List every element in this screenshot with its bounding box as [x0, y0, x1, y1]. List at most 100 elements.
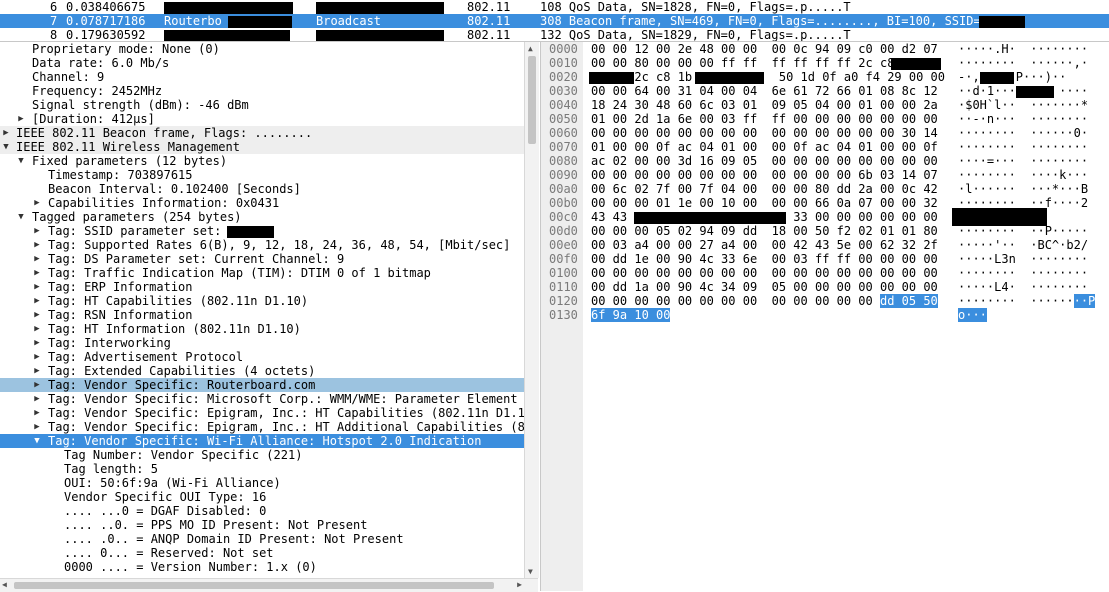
scroll-up-icon[interactable]: ▲	[528, 44, 533, 53]
tree-item[interactable]: Signal strength (dBm): -46 dBm	[0, 98, 524, 112]
expand-arrow-icon[interactable]: ▶	[32, 196, 42, 210]
tree-item[interactable]: ▶ Tag: HT Capabilities (802.11n D1.10)	[0, 294, 524, 308]
hex-bytes[interactable]: 6f 9a 10 00	[591, 308, 671, 322]
hex-bytes[interactable]: ac 02 00 00 3d 16 09 05 00 00 00 00 00 0…	[591, 154, 938, 168]
tree-item[interactable]: ▶ Tag: DS Parameter set: Current Channel:…	[0, 252, 524, 266]
expand-arrow-icon[interactable]: ▶	[32, 420, 42, 434]
hex-bytes[interactable]: 00 00 00 00 00 00 00 00 00 00 00 00 00 d…	[591, 294, 938, 308]
tree-item[interactable]: ▶ Tag: Vendor Specific: Epigram, Inc.: HT…	[0, 406, 524, 420]
hex-bytes[interactable]: 01 00 2d 1a 6e 00 03 ff ff 00 00 00 00 0…	[591, 112, 938, 126]
hex-bytes[interactable]: 00 00 12 00 2e 48 00 00 00 0c 94 09 c0 0…	[591, 42, 938, 56]
hex-bytes[interactable]: 00 03 a4 00 00 27 a4 00 00 42 43 5e 00 6…	[591, 238, 938, 252]
packet-row[interactable]: 6 0.038406675 802.11 108 QoS Data, SN=18…	[0, 0, 1109, 14]
tree-item[interactable]: ▶ Capabilities Information: 0x0431	[0, 196, 524, 210]
expand-arrow-icon[interactable]: ▶	[32, 336, 42, 350]
expand-arrow-icon[interactable]: ▶	[32, 280, 42, 294]
tree-item[interactable]: ▶ Tag: Advertisement Protocol	[0, 350, 524, 364]
hex-bytes[interactable]: 00 00 80 00 00 00 ff ff ff ff ff ff 2c c…	[591, 56, 894, 70]
tree-item[interactable]: Vendor Specific OUI Type: 16	[0, 490, 524, 504]
ascii-bytes[interactable]: ········ ······,·	[958, 56, 1088, 70]
ascii-bytes[interactable]: ········ ········	[958, 140, 1088, 154]
ascii-bytes[interactable]: ·····L4· ········	[958, 280, 1088, 294]
expand-arrow-icon[interactable]: ▶	[32, 350, 42, 364]
scroll-thumb[interactable]	[528, 56, 536, 144]
ascii-bytes[interactable]: ·····'·· ·BC^·b2/	[958, 238, 1088, 252]
tree-item[interactable]: Tag Number: Vendor Specific (221)	[0, 448, 524, 462]
expand-arrow-icon[interactable]: ▶	[1, 126, 11, 140]
ascii-bytes[interactable]: ········ ······0·	[958, 126, 1088, 140]
ascii-bytes[interactable]: ········ ····k···	[958, 168, 1088, 182]
tree-item[interactable]: ▶ Tag: Vendor Specific: Microsoft Corp.: …	[0, 392, 524, 406]
hex-bytes[interactable]: 00 dd 1a 00 90 4c 34 09 05 00 00 00 00 0…	[591, 280, 938, 294]
tree-item[interactable]: Beacon Interval: 0.102400 [Seconds]	[0, 182, 524, 196]
tree-item[interactable]: Channel: 9	[0, 70, 524, 84]
hex-bytes[interactable]: 00 00 00 05 02 94 09 dd 18 00 50 f2 02 0…	[591, 224, 938, 238]
details-horizontal-scrollbar[interactable]: ◀ ▶	[0, 578, 538, 592]
tree-item[interactable]: ▶ Tag: Supported Rates 6(B), 9, 12, 18, 2…	[0, 238, 524, 252]
collapse-arrow-icon[interactable]: ▼	[32, 434, 42, 448]
ascii-bytes-selected[interactable]: o···	[958, 308, 987, 322]
tree-item-wireless-management[interactable]: ▼ IEEE 802.11 Wireless Management	[0, 140, 524, 154]
hex-bytes[interactable]: 00 dd 1e 00 90 4c 33 6e 00 03 ff ff 00 0…	[591, 252, 938, 266]
ascii-bytes[interactable]: ········ ········	[958, 266, 1088, 280]
tree-item[interactable]: .... ..0. = PPS MO ID Present: Not Prese…	[0, 518, 524, 532]
ascii-bytes[interactable]: ········ ········P	[958, 294, 1096, 308]
ascii-bytes[interactable]: ····=··· ········	[958, 154, 1088, 168]
packet-row[interactable]: 8 0.179630592 802.11 132 QoS Data, SN=18…	[0, 28, 1109, 42]
tree-item[interactable]: Proprietary mode: None (0)	[0, 42, 524, 56]
hex-bytes[interactable]: 00 00 00 00 00 00 00 00 00 00 00 00 6b 0…	[591, 168, 938, 182]
expand-arrow-icon[interactable]: ▶	[32, 392, 42, 406]
hex-bytes[interactable]: 00 00 00 01 1e 00 10 00 00 00 66 0a 07 0…	[591, 196, 938, 210]
scroll-thumb[interactable]	[14, 582, 494, 589]
tree-item-beacon-frame[interactable]: ▶ IEEE 802.11 Beacon frame, Flags: ......…	[0, 126, 524, 140]
tree-item[interactable]: Tag length: 5	[0, 462, 524, 476]
tree-item[interactable]: OUI: 50:6f:9a (Wi-Fi Alliance)	[0, 476, 524, 490]
expand-arrow-icon[interactable]: ▶	[32, 406, 42, 420]
collapse-arrow-icon[interactable]: ▼	[16, 210, 26, 224]
hex-bytes[interactable]: 2c c8 1b 50 1d 0f a0 f4 29 00 00	[591, 70, 945, 84]
ascii-bytes[interactable]: ········ ··P·····	[958, 224, 1088, 238]
details-vertical-scrollbar[interactable]: ▲ ▼	[524, 42, 539, 578]
hex-bytes[interactable]: 18 24 30 48 60 6c 03 01 09 05 04 00 01 0…	[591, 98, 938, 112]
tree-item[interactable]: ▶ Tag: HT Information (802.11n D1.10)	[0, 322, 524, 336]
ascii-bytes[interactable]: ·····.H· ········	[958, 42, 1088, 56]
expand-arrow-icon[interactable]: ▶	[32, 294, 42, 308]
expand-arrow-icon[interactable]: ▶	[32, 364, 42, 378]
tree-item[interactable]: .... ...0 = DGAF Disabled: 0	[0, 504, 524, 518]
ascii-bytes[interactable]: ·$0H`l·· ·······*	[958, 98, 1088, 112]
expand-arrow-icon[interactable]: ▶	[32, 238, 42, 252]
hex-bytes[interactable]: 00 00 00 00 00 00 00 00 00 00 00 00 00 0…	[591, 126, 938, 140]
tree-item[interactable]: Frequency: 2452MHz	[0, 84, 524, 98]
tree-item[interactable]: Data rate: 6.0 Mb/s	[0, 56, 524, 70]
hex-bytes-selected[interactable]: dd 05 50	[879, 294, 938, 308]
expand-arrow-icon[interactable]: ▶	[16, 112, 26, 126]
tree-item[interactable]: ▶ Tag: Vendor Specific: Epigram, Inc.: HT…	[0, 420, 524, 434]
collapse-arrow-icon[interactable]: ▼	[16, 154, 26, 168]
tree-item[interactable]: ▶ [Duration: 412µs]	[0, 112, 524, 126]
scroll-left-icon[interactable]: ◀	[2, 580, 7, 589]
hex-bytes[interactable]: 00 00 64 00 31 04 00 04 6e 61 72 66 01 0…	[591, 84, 938, 98]
scroll-right-icon[interactable]: ▶	[517, 580, 522, 589]
tree-item-vendor-routerboard[interactable]: ▶ Tag: Vendor Specific: Routerboard.com	[0, 378, 524, 392]
ascii-bytes[interactable]: o···	[958, 308, 987, 322]
hex-dump-pane[interactable]: 0000 00 00 12 00 2e 48 00 00 00 0c 94 09…	[540, 42, 1109, 591]
tree-item-selected[interactable]: ▼ Tag: Vendor Specific: Wi-Fi Alliance: H…	[0, 434, 524, 448]
expand-arrow-icon[interactable]: ▶	[32, 378, 42, 392]
expand-arrow-icon[interactable]: ▶	[32, 252, 42, 266]
scroll-down-icon[interactable]: ▼	[528, 567, 533, 576]
collapse-arrow-icon[interactable]: ▼	[1, 140, 11, 154]
tree-item-tagged-parameters[interactable]: ▼ Tagged parameters (254 bytes)	[0, 210, 524, 224]
expand-arrow-icon[interactable]: ▶	[32, 224, 42, 238]
packet-list[interactable]: 6 0.038406675 802.11 108 QoS Data, SN=18…	[0, 0, 1109, 42]
tree-item-fixed-parameters[interactable]: ▼ Fixed parameters (12 bytes)	[0, 154, 524, 168]
tree-item[interactable]: .... .0.. = ANQP Domain ID Present: Not …	[0, 532, 524, 546]
tree-item[interactable]: ▶ Tag: Interworking	[0, 336, 524, 350]
expand-arrow-icon[interactable]: ▶	[32, 322, 42, 336]
expand-arrow-icon[interactable]: ▶	[32, 266, 42, 280]
tree-item[interactable]: Timestamp: 703897615	[0, 168, 524, 182]
hex-bytes[interactable]: 00 00 00 00 00 00 00 00 00 00 00 00 00 0…	[591, 266, 938, 280]
tree-item[interactable]: ▶ Tag: Extended Capabilities (4 octets)	[0, 364, 524, 378]
ascii-bytes[interactable]: ··-·n··· ········	[958, 112, 1088, 126]
ascii-bytes[interactable]: ·····L3n ········	[958, 252, 1088, 266]
packet-details-tree[interactable]: Proprietary mode: None (0) Data rate: 6.…	[0, 42, 524, 578]
